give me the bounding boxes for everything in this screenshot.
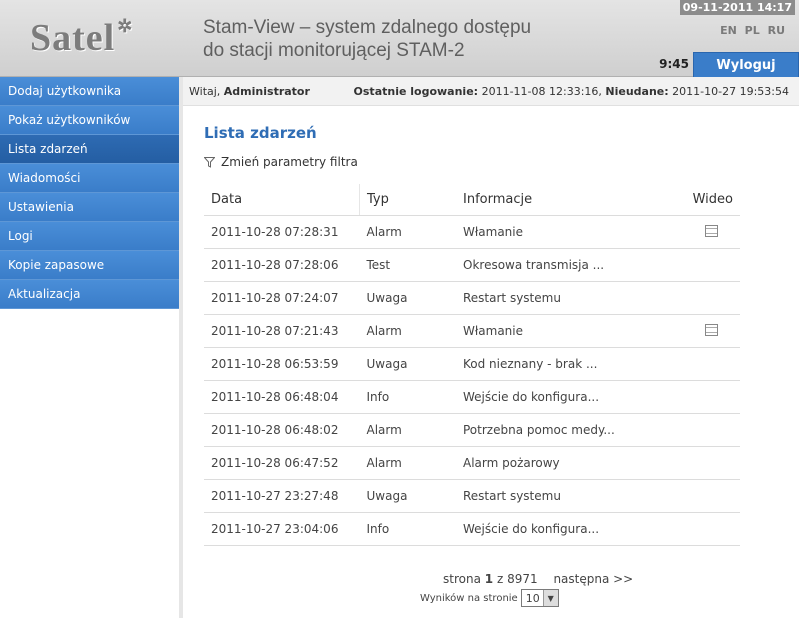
language-switcher: EN PL RU bbox=[716, 24, 785, 37]
cell-type: Alarm bbox=[359, 413, 456, 447]
sidebar-item-event-list[interactable]: Lista zdarzeń bbox=[0, 135, 179, 164]
current-user: Administrator bbox=[223, 85, 310, 98]
per-page-label: Wyników na stronie bbox=[420, 592, 518, 604]
sidebar-item-update[interactable]: Aktualizacja bbox=[0, 280, 179, 309]
table-row[interactable]: 2011-10-28 07:24:07 Uwaga Restart systemu bbox=[204, 281, 740, 315]
sidebar-nav: Dodaj użytkownika Pokaż użytkowników Lis… bbox=[0, 77, 179, 309]
table-row[interactable]: 2011-10-28 06:53:59 Uwaga Kod nieznany - b… bbox=[204, 347, 740, 381]
cell-video bbox=[669, 413, 740, 447]
chevron-down-icon: ▼ bbox=[542, 590, 558, 606]
cell-date: 2011-10-27 23:04:06 bbox=[204, 512, 360, 546]
cell-info: Kod nieznany - brak ... bbox=[456, 347, 670, 381]
last-login-info: Ostatnie logowanie: 2011-11-08 12:33:16,… bbox=[353, 85, 789, 98]
cell-type: Test bbox=[359, 248, 456, 282]
logo-mark-icon: ✲ bbox=[117, 16, 134, 36]
filter-label: Zmień parametry filtra bbox=[221, 155, 358, 169]
cell-date: 2011-10-27 23:27:48 bbox=[204, 479, 360, 513]
app-title: Stam-View – system zdalnego dostępu do s… bbox=[203, 16, 531, 62]
header-bar: Satel ✲ Stam-View – system zdalnego dostę… bbox=[0, 0, 799, 78]
table-row[interactable]: 2011-10-28 07:28:31 Alarm Włamanie bbox=[204, 215, 740, 249]
cell-type: Alarm bbox=[359, 446, 456, 480]
page-title: Lista zdarzeń bbox=[204, 124, 317, 142]
satel-logo: Satel ✲ bbox=[30, 16, 134, 59]
lang-pl[interactable]: PL bbox=[745, 24, 760, 37]
sidebar-item-settings[interactable]: Ustawienia bbox=[0, 193, 179, 222]
sidebar-item-add-user[interactable]: Dodaj użytkownika bbox=[0, 77, 179, 106]
cell-info: Włamanie bbox=[456, 314, 670, 348]
cell-date: 2011-10-28 06:48:04 bbox=[204, 380, 360, 414]
filter-toggle[interactable]: Zmień parametry filtra bbox=[204, 155, 358, 169]
table-row[interactable]: 2011-10-27 23:27:48 Uwaga Restart systemu bbox=[204, 479, 740, 513]
cell-video bbox=[669, 215, 740, 249]
main-content: Lista zdarzeń Zmień parametry filtra Dat… bbox=[183, 106, 799, 618]
app-title-line2: do stacji monitorującej STAM-2 bbox=[203, 40, 465, 61]
cell-info: Włamanie bbox=[456, 215, 670, 249]
cell-video bbox=[669, 248, 740, 282]
column-header-video: Wideo bbox=[669, 184, 740, 216]
cell-video bbox=[669, 281, 740, 315]
sidebar-item-logs[interactable]: Logi bbox=[0, 222, 179, 251]
cell-type: Alarm bbox=[359, 215, 456, 249]
welcome-text: Witaj, Administrator bbox=[189, 85, 310, 98]
events-table: Data Typ Informacje Wideo 2011-10-28 07:… bbox=[204, 184, 740, 546]
film-icon[interactable] bbox=[705, 323, 718, 336]
table-row[interactable]: 2011-10-28 06:47:52 Alarm Alarm pożarowy bbox=[204, 446, 740, 480]
lang-en[interactable]: EN bbox=[720, 24, 737, 37]
cell-type: Info bbox=[359, 512, 456, 546]
cell-info: Wejście do konfigura... bbox=[456, 512, 670, 546]
cell-date: 2011-10-28 06:53:59 bbox=[204, 347, 360, 381]
cell-date: 2011-10-28 07:24:07 bbox=[204, 281, 360, 315]
column-header-date[interactable]: Data bbox=[204, 184, 360, 216]
cell-video bbox=[669, 314, 740, 348]
cell-type: Uwaga bbox=[359, 479, 456, 513]
cell-info: Potrzebna pomoc medy... bbox=[456, 413, 670, 447]
table-row[interactable]: 2011-10-28 06:48:04 Info Wejście do konfig… bbox=[204, 380, 740, 414]
film-icon[interactable] bbox=[705, 224, 718, 237]
cell-type: Info bbox=[359, 380, 456, 414]
session-info-bar: Witaj, Administrator Ostatnie logowanie:… bbox=[183, 77, 799, 106]
column-header-type[interactable]: Typ bbox=[359, 184, 456, 216]
cell-date: 2011-10-28 07:28:06 bbox=[204, 248, 360, 282]
table-row[interactable]: 2011-10-28 06:48:02 Alarm Potrzebna pomoc … bbox=[204, 413, 740, 447]
cell-date: 2011-10-28 07:28:31 bbox=[204, 215, 360, 249]
cell-info: Restart systemu bbox=[456, 479, 670, 513]
cell-video bbox=[669, 380, 740, 414]
header-datetime: 09-11-2011 14:17 bbox=[679, 0, 795, 15]
filter-icon bbox=[204, 156, 215, 168]
sidebar-item-messages[interactable]: Wiadomości bbox=[0, 164, 179, 193]
cell-video bbox=[669, 446, 740, 480]
cell-video bbox=[669, 512, 740, 546]
current-page: 1 bbox=[484, 572, 494, 586]
lang-ru[interactable]: RU bbox=[768, 24, 785, 37]
cell-info: Alarm pożarowy bbox=[456, 446, 670, 480]
per-page-select[interactable]: 10 ▼ bbox=[520, 589, 559, 607]
cell-info: Okresowa transmisja ... bbox=[456, 248, 670, 282]
cell-date: 2011-10-28 07:21:43 bbox=[204, 314, 360, 348]
cell-type: Uwaga bbox=[359, 281, 456, 315]
cell-video bbox=[669, 479, 740, 513]
table-header-row: Data Typ Informacje Wideo bbox=[204, 184, 740, 216]
cell-info: Wejście do konfigura... bbox=[456, 380, 670, 414]
next-page-link[interactable]: następna >> bbox=[553, 572, 633, 586]
cell-date: 2011-10-28 06:48:02 bbox=[204, 413, 360, 447]
cell-type: Uwaga bbox=[359, 347, 456, 381]
logout-button[interactable]: Wyloguj bbox=[693, 52, 799, 78]
per-page-control: Wyników na stronie 10 ▼ bbox=[420, 589, 559, 607]
pagination: strona 1 z 8971 następna >> bbox=[443, 572, 634, 586]
cell-info: Restart systemu bbox=[456, 281, 670, 315]
session-clock: 9:45 bbox=[659, 57, 689, 71]
table-row[interactable]: 2011-10-27 23:04:06 Info Wejście do konfig… bbox=[204, 512, 740, 546]
table-row[interactable]: 2011-10-28 07:28:06 Test Okresowa transmis… bbox=[204, 248, 740, 282]
column-header-info[interactable]: Informacje bbox=[456, 184, 670, 216]
sidebar-item-show-users[interactable]: Pokaż użytkowników bbox=[0, 106, 179, 135]
app-title-line1: Stam-View – system zdalnego dostępu bbox=[203, 17, 532, 38]
cell-type: Alarm bbox=[359, 314, 456, 348]
table-row[interactable]: 2011-10-28 07:21:43 Alarm Włamanie bbox=[204, 314, 740, 348]
cell-video bbox=[669, 347, 740, 381]
cell-date: 2011-10-28 06:47:52 bbox=[204, 446, 360, 480]
sidebar-item-backups[interactable]: Kopie zapasowe bbox=[0, 251, 179, 280]
